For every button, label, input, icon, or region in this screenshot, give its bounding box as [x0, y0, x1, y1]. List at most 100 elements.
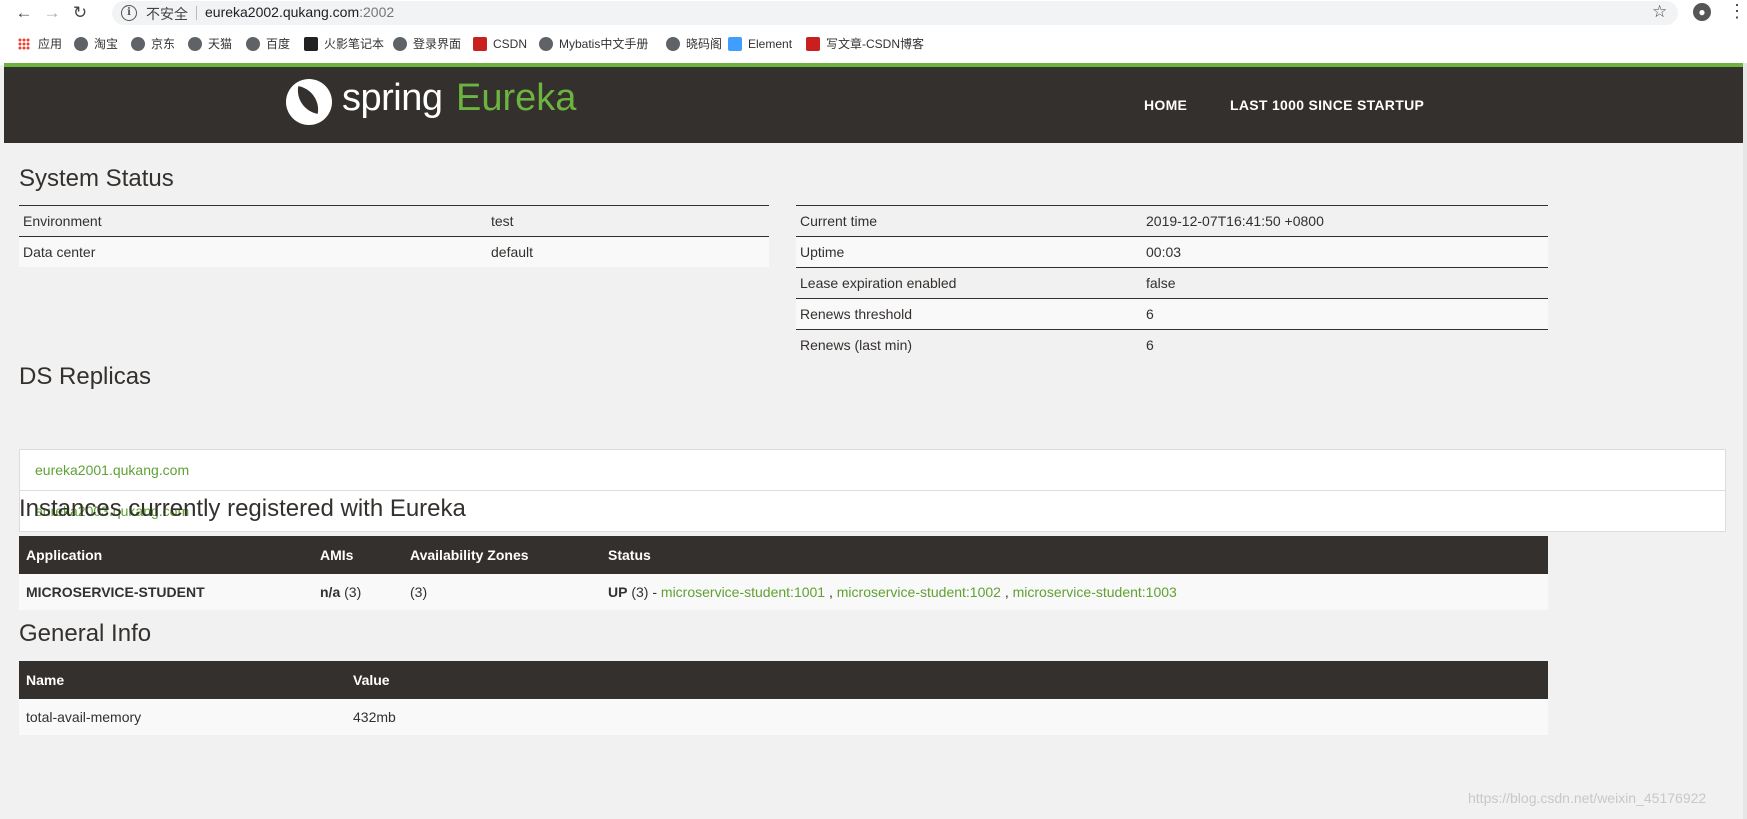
- status-row: Lease expiration enabled false: [796, 267, 1548, 299]
- bookmark-item[interactable]: Element: [728, 36, 792, 52]
- status-row: Renews (last min) 6: [796, 329, 1548, 360]
- url-host: eureka2002.qukang.com: [205, 4, 360, 20]
- instance-link[interactable]: microservice-student:1001: [661, 584, 825, 600]
- status-count: (3) -: [631, 584, 658, 600]
- status-cell: UP (3) - microservice-student:1001 , mic…: [601, 574, 1548, 610]
- logo-spring-text[interactable]: spring: [342, 77, 443, 120]
- bookmark-label: 百度: [266, 37, 291, 51]
- column-header: Application: [19, 536, 313, 574]
- bookmark-item[interactable]: 登录界面: [393, 36, 461, 52]
- system-status-right-table: Current time 2019-12-07T16:41:50 +0800 Upt…: [796, 205, 1548, 360]
- bookmark-label: 登录界面: [413, 37, 462, 51]
- globe-icon: [539, 37, 553, 51]
- table-header-row: Application AMIs Availability Zones Status: [19, 536, 1548, 574]
- reload-icon[interactable]: ↻: [70, 3, 90, 23]
- status-up-label: UP: [608, 584, 628, 600]
- status-key: Environment: [19, 205, 487, 237]
- status-value: false: [1142, 267, 1548, 299]
- scrollbar[interactable]: [1743, 63, 1747, 819]
- forward-icon[interactable]: →: [42, 3, 62, 23]
- ami-cell: n/a (3): [313, 574, 403, 610]
- kebab-menu-icon[interactable]: ⋮: [1728, 1, 1746, 22]
- ami-count: (3): [344, 584, 362, 600]
- bookmark-item[interactable]: CSDN: [473, 36, 527, 52]
- address-separator: [196, 6, 197, 20]
- bookmark-item[interactable]: Mybatis中文手册: [539, 36, 648, 52]
- bookmark-item[interactable]: 百度: [246, 36, 290, 52]
- table-header-row: Name Value: [19, 661, 1548, 699]
- general-info-title: General Info: [19, 620, 152, 647]
- system-status-title: System Status: [19, 165, 174, 192]
- nav-last-1000[interactable]: LAST 1000 SINCE STARTUP: [1230, 97, 1424, 113]
- bookmark-item[interactable]: 京东: [131, 36, 175, 52]
- spring-leaf-icon[interactable]: [286, 79, 332, 125]
- browser-chrome: ← → ↻ i 不安全 eureka2002.qukang.com:2002 ☆…: [0, 0, 1747, 65]
- bookmark-item[interactable]: 火影笔记本: [304, 36, 384, 52]
- application-name: MICROSERVICE-STUDENT: [19, 574, 313, 610]
- general-info-table: Name Value total-avail-memory 432mb: [19, 661, 1548, 735]
- globe-icon: [393, 37, 407, 51]
- globe-icon: [246, 37, 260, 51]
- info-icon[interactable]: i: [121, 5, 137, 21]
- status-value: 6: [1142, 298, 1548, 330]
- column-header: Status: [601, 536, 1548, 574]
- instance-link[interactable]: microservice-student:1002: [837, 584, 1001, 600]
- naruto-icon: [304, 37, 318, 51]
- csdn-icon: [806, 37, 820, 51]
- bookmark-item[interactable]: 应用: [18, 36, 62, 52]
- status-key: Lease expiration enabled: [796, 267, 1142, 299]
- bookmark-star-icon[interactable]: ☆: [1652, 2, 1667, 22]
- leaf-shape: [294, 86, 322, 114]
- account-icon[interactable]: ●: [1693, 3, 1711, 21]
- eureka-header: spring Eureka HOME LAST 1000 SINCE START…: [4, 67, 1743, 143]
- column-header: Name: [19, 661, 346, 699]
- bookmark-label: 火影笔记本: [324, 37, 385, 51]
- info-name: total-avail-memory: [19, 699, 346, 735]
- globe-icon: [666, 37, 680, 51]
- bookmark-item[interactable]: 天猫: [188, 36, 232, 52]
- bookmark-label: 京东: [151, 37, 176, 51]
- status-row: Uptime 00:03: [796, 236, 1548, 268]
- bookmark-label: 晓码阁: [686, 37, 723, 51]
- bookmark-label: 应用: [38, 37, 63, 51]
- status-row: Data center default: [19, 236, 769, 267]
- back-icon[interactable]: ←: [14, 3, 34, 23]
- bookmark-label: 天猫: [208, 37, 233, 51]
- bookmark-item[interactable]: 淘宝: [74, 36, 118, 52]
- status-key: Renews (last min): [796, 329, 1142, 360]
- csdn-icon: [473, 37, 487, 51]
- bookmark-label: CSDN: [493, 37, 528, 51]
- url-text[interactable]: eureka2002.qukang.com:2002: [205, 4, 394, 20]
- zones-cell: (3): [403, 574, 601, 610]
- not-secure-label[interactable]: 不安全: [146, 4, 188, 24]
- status-key: Uptime: [796, 236, 1142, 268]
- info-value: 432mb: [346, 699, 1548, 735]
- nav-home[interactable]: HOME: [1144, 97, 1187, 113]
- status-value: 00:03: [1142, 236, 1548, 268]
- apps-icon: [18, 38, 30, 50]
- system-status-left-table: Environment test Data center default: [19, 205, 769, 267]
- bookmark-item[interactable]: 晓码阁: [666, 36, 722, 52]
- status-key: Data center: [19, 236, 487, 267]
- address-bar[interactable]: i 不安全 eureka2002.qukang.com:2002: [112, 1, 1678, 25]
- status-key: Current time: [796, 205, 1142, 237]
- status-value: test: [487, 205, 769, 237]
- logo-eureka-text[interactable]: Eureka: [456, 77, 576, 120]
- column-header: Value: [346, 661, 1548, 699]
- globe-icon: [131, 37, 145, 51]
- ami-label: n/a: [320, 584, 341, 600]
- watermark: https://blog.csdn.net/weixin_45176922: [1468, 790, 1707, 806]
- bookmark-item[interactable]: 写文章-CSDN博客: [806, 36, 924, 52]
- instances-table: Application AMIs Availability Zones Status M…: [19, 536, 1548, 610]
- url-port: :2002: [359, 4, 395, 20]
- status-key: Renews threshold: [796, 298, 1142, 330]
- bookmark-label: 写文章-CSDN博客: [826, 37, 924, 51]
- replica-link[interactable]: eureka2001.qukang.com: [20, 450, 1725, 491]
- status-row: Renews threshold 6: [796, 298, 1548, 330]
- table-row: total-avail-memory 432mb: [19, 699, 1548, 735]
- globe-icon: [74, 37, 88, 51]
- instance-link[interactable]: microservice-student:1003: [1013, 584, 1177, 600]
- column-header: Availability Zones: [403, 536, 601, 574]
- ds-replicas-title: DS Replicas: [19, 363, 152, 390]
- column-header: AMIs: [313, 536, 403, 574]
